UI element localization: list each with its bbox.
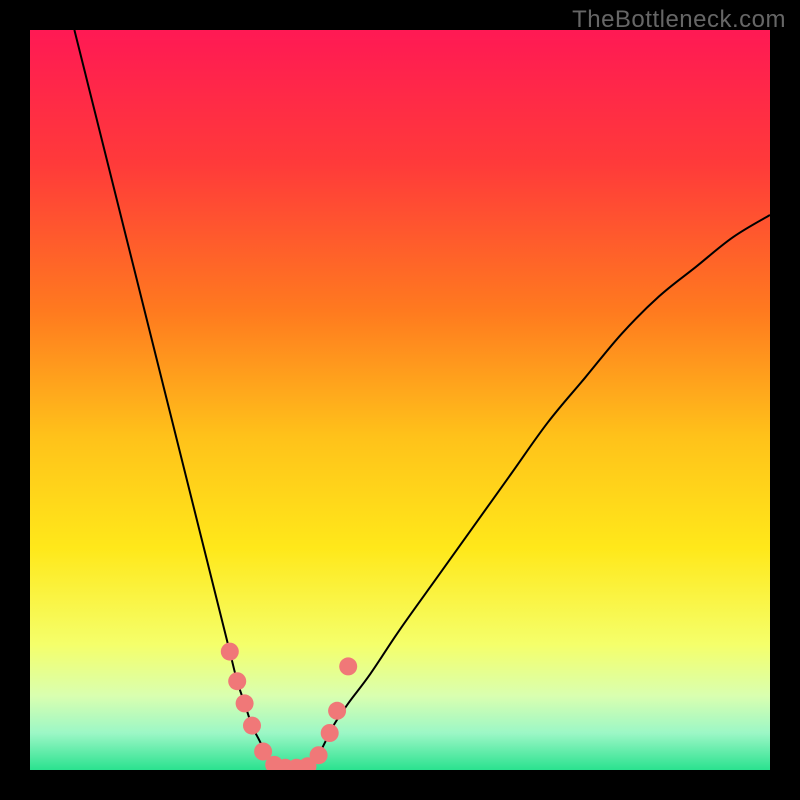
data-marker [243,717,261,735]
plot-area [30,30,770,770]
data-marker [321,724,339,742]
data-marker [221,643,239,661]
data-marker [310,746,328,764]
chart-frame: TheBottleneck.com [0,0,800,800]
plot-svg [30,30,770,770]
data-marker [236,694,254,712]
data-marker [228,672,246,690]
background-gradient [30,30,770,770]
data-marker [328,702,346,720]
data-marker [339,657,357,675]
